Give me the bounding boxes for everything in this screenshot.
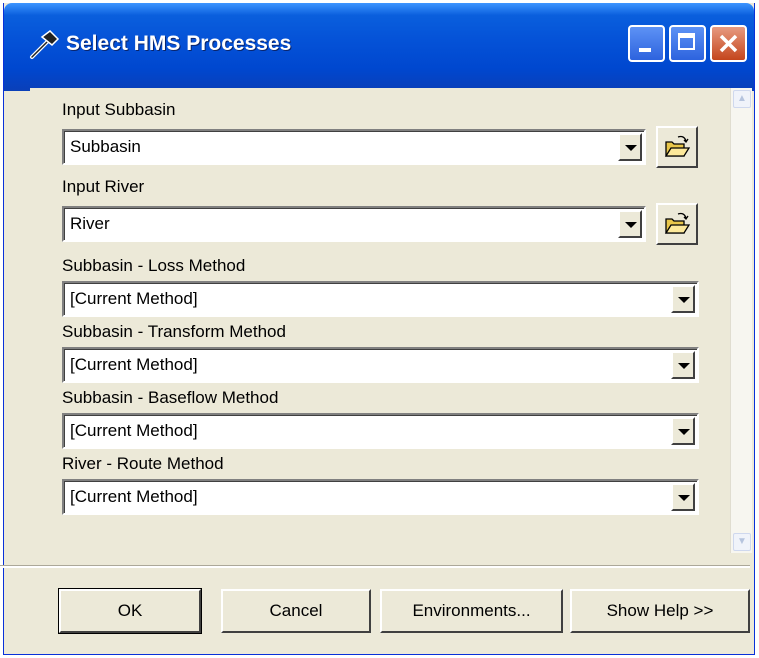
minimize-button[interactable] <box>628 25 665 62</box>
input-river-value: River <box>70 214 110 233</box>
input-river-label: Input River <box>62 177 145 196</box>
window-title: Select HMS Processes <box>66 32 292 55</box>
ok-button[interactable]: OK <box>58 588 202 634</box>
title-bar[interactable]: Select HMS Processes <box>4 3 754 91</box>
environments-button[interactable]: Environments... <box>380 589 563 633</box>
input-river-combo[interactable]: River <box>62 206 646 242</box>
chevron-down-icon[interactable] <box>671 285 695 313</box>
loss-method-value: [Current Method] <box>70 289 198 308</box>
browse-river-button[interactable] <box>656 203 698 245</box>
hammer-icon <box>30 30 60 59</box>
scroll-up-button[interactable]: ▲ <box>733 90 751 108</box>
chevron-down-icon[interactable] <box>671 351 695 379</box>
open-folder-icon <box>664 212 690 234</box>
scroll-down-button[interactable]: ▼ <box>733 533 751 551</box>
show-help-button[interactable]: Show Help >> <box>570 589 750 633</box>
input-subbasin-value: Subbasin <box>70 137 141 156</box>
cancel-button[interactable]: Cancel <box>221 589 371 633</box>
button-separator <box>0 565 750 568</box>
transform-method-label: Subbasin - Transform Method <box>62 322 286 341</box>
maximize-button[interactable] <box>669 25 706 62</box>
chevron-down-icon[interactable] <box>618 133 642 161</box>
transform-method-value: [Current Method] <box>70 355 198 374</box>
chevron-down-icon[interactable] <box>671 483 695 511</box>
close-icon <box>719 34 738 53</box>
baseflow-method-value: [Current Method] <box>70 421 198 440</box>
chevron-down-icon[interactable] <box>671 417 695 445</box>
open-folder-icon <box>664 135 690 157</box>
route-method-value: [Current Method] <box>70 487 198 506</box>
baseflow-method-label: Subbasin - Baseflow Method <box>62 388 279 407</box>
vertical-scrollbar[interactable]: ▲ ▼ <box>730 88 752 553</box>
route-method-label: River - Route Method <box>62 454 224 473</box>
close-button[interactable] <box>710 25 747 62</box>
chevron-down-icon[interactable] <box>618 210 642 238</box>
loss-method-combo[interactable]: [Current Method] <box>62 281 699 317</box>
input-subbasin-combo[interactable]: Subbasin <box>62 129 646 165</box>
transform-method-combo[interactable]: [Current Method] <box>62 347 699 383</box>
route-method-combo[interactable]: [Current Method] <box>62 479 699 515</box>
browse-subbasin-button[interactable] <box>656 126 698 168</box>
loss-method-label: Subbasin - Loss Method <box>62 256 246 275</box>
input-subbasin-label: Input Subbasin <box>62 100 176 119</box>
baseflow-method-combo[interactable]: [Current Method] <box>62 413 699 449</box>
